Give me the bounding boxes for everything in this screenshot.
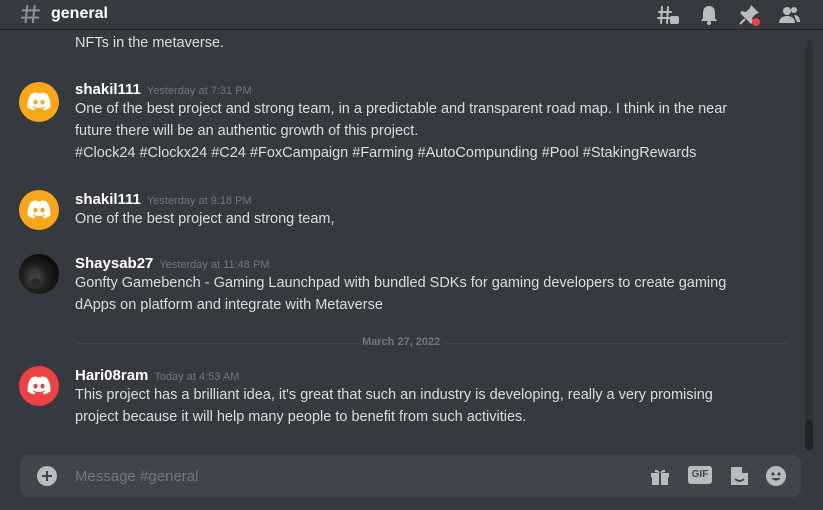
gif-icon[interactable]: GIF	[688, 466, 712, 484]
message-input[interactable]	[75, 465, 615, 487]
channel-name: general	[51, 5, 108, 22]
message-header: Hari08ram Today at 4:53 AM	[75, 365, 239, 384]
message-header: Shaysab27 Yesterday at 11:48 PM	[75, 253, 269, 272]
username[interactable]: shakil111	[75, 191, 141, 208]
discord-logo-icon	[27, 200, 51, 219]
message-continuation: NFTs in the metaverse.	[75, 35, 225, 51]
timestamp: Yesterday at 9:18 PM	[146, 195, 252, 207]
username[interactable]: Hari08ram	[75, 367, 148, 384]
message-text: This project has a brilliant idea, it's …	[75, 387, 713, 403]
discord-logo-icon	[27, 376, 51, 395]
avatar[interactable]	[19, 366, 59, 406]
pin-icon[interactable]	[737, 3, 761, 27]
message-text: #Clock24 #Clockx24 #C24 #FoxCampaign #Fa…	[75, 145, 697, 161]
avatar[interactable]	[19, 190, 59, 230]
timestamp: Today at 4:53 AM	[154, 371, 240, 383]
message-composer: GIF	[20, 455, 801, 497]
message-text: future there will be an authentic growth…	[75, 123, 419, 139]
message-text: project because it will help many people…	[75, 409, 527, 425]
bell-icon[interactable]	[697, 3, 721, 27]
scrollbar-track[interactable]	[805, 40, 813, 450]
message-text: Gonfty Gamebench - Gaming Launchpad with…	[75, 275, 727, 291]
channel-header: general	[0, 0, 823, 30]
hash-icon	[20, 4, 41, 24]
message-header: shakil111 Yesterday at 7:31 PM	[75, 79, 252, 98]
user-photo-icon	[29, 270, 41, 286]
avatar[interactable]	[19, 254, 59, 294]
message-text: One of the best project and strong team,…	[75, 101, 728, 117]
username[interactable]: Shaysab27	[75, 255, 153, 272]
emoji-icon[interactable]	[764, 464, 788, 488]
members-icon[interactable]	[777, 3, 801, 27]
threads-icon[interactable]	[657, 3, 681, 27]
message-header: shakil111 Yesterday at 9:18 PM	[75, 189, 252, 208]
scrollbar-thumb[interactable]	[805, 420, 813, 450]
message-text: One of the best project and strong team,	[75, 211, 335, 227]
sticker-icon[interactable]	[727, 464, 751, 488]
plus-icon[interactable]	[37, 466, 57, 486]
avatar[interactable]	[19, 82, 59, 122]
timestamp: Yesterday at 11:48 PM	[159, 259, 270, 271]
date-divider-label: March 27, 2022	[358, 336, 445, 348]
discord-logo-icon	[27, 92, 51, 111]
gift-icon[interactable]	[648, 464, 672, 488]
message-list[interactable]: NFTs in the metaverse. shakil111 Yesterda…	[0, 31, 805, 451]
username[interactable]: shakil111	[75, 81, 141, 98]
pin-notification-dot	[752, 18, 760, 26]
message-text: dApps on platform and integrate with Met…	[75, 297, 383, 313]
timestamp: Yesterday at 7:31 PM	[146, 85, 252, 97]
